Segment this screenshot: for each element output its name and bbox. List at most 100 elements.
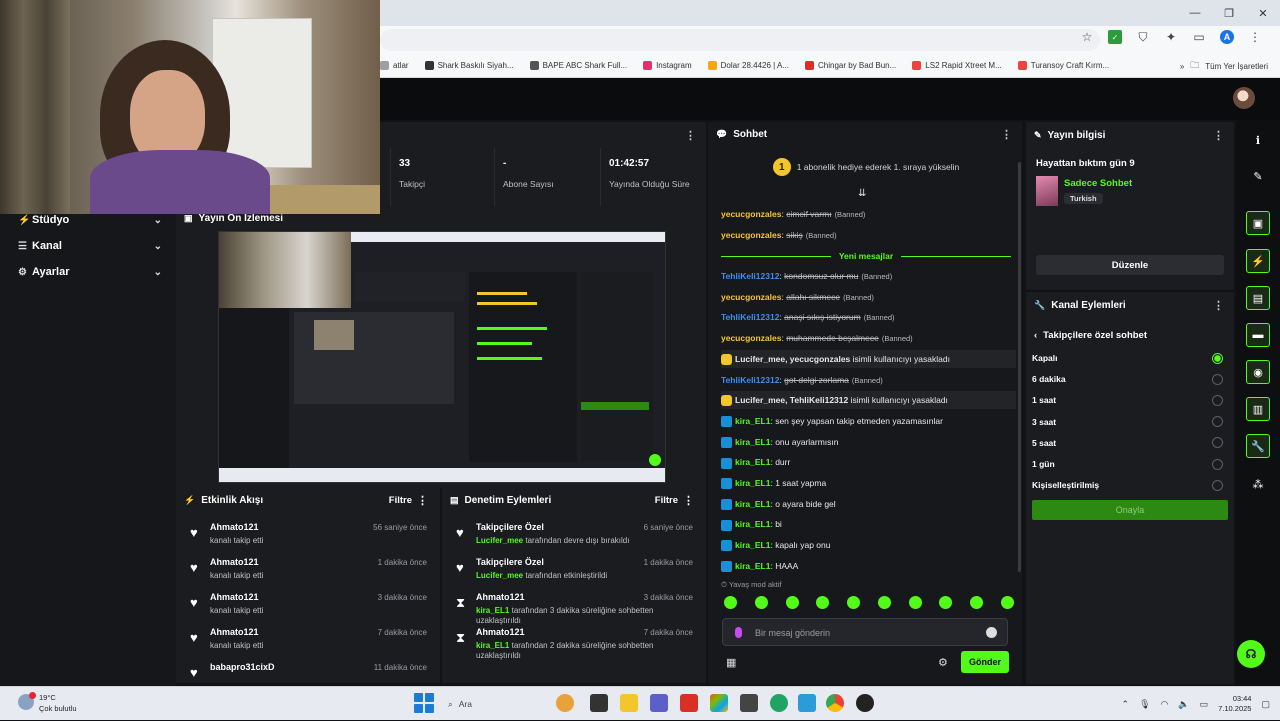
file-explorer-icon[interactable] (620, 694, 638, 712)
chat-username[interactable]: kira_EL1 (735, 478, 770, 488)
stats-toggle-icon[interactable]: ▥ (1246, 397, 1270, 421)
category-name[interactable]: Sadece Sohbet (1064, 178, 1132, 189)
chat-username[interactable]: yecucgonzales (721, 209, 781, 219)
extension-icon[interactable]: ✓ (1108, 30, 1122, 44)
chat-username[interactable]: kira_EL1 (735, 499, 770, 509)
weather-widget[interactable]: 19°C Çok bulutlu (18, 690, 98, 718)
bookmark-item[interactable]: Turansoy Craft Kırm... (1017, 61, 1109, 70)
activity-user[interactable]: Ahmato121 (210, 522, 259, 532)
followers-only-option[interactable]: Kişiselleştirilmiş (1032, 477, 1228, 493)
chat-username[interactable]: kira_EL1 (735, 561, 770, 571)
volume-icon[interactable]: 🔈 (1178, 699, 1189, 710)
help-chat-icon[interactable]: ☊ (1237, 640, 1265, 668)
notifications-icon[interactable]: ▢ (1261, 699, 1270, 710)
chat-username[interactable]: yecucgonzales (721, 230, 781, 240)
close-window-button[interactable]: ✕ (1246, 0, 1280, 26)
taskbar-app-icon[interactable] (740, 694, 758, 712)
followers-only-option[interactable]: 5 saat (1032, 435, 1228, 451)
gift-icon[interactable]: ▦ (726, 656, 736, 669)
moderation-actor[interactable]: Lucifer_mee (476, 571, 523, 580)
preview-toggle-icon[interactable]: ▣ (1246, 211, 1270, 235)
radio-button[interactable] (1212, 394, 1223, 406)
radio-button[interactable] (1212, 352, 1223, 364)
minimize-button[interactable]: — (1178, 0, 1212, 26)
battery-icon[interactable]: ▭ (1200, 699, 1209, 710)
address-bar[interactable] (380, 29, 1100, 51)
chat-username[interactable]: kira_EL1 (735, 540, 770, 550)
emote-icon[interactable] (970, 596, 984, 609)
radio-button[interactable] (1212, 416, 1223, 428)
taskbar-app-icon[interactable] (556, 694, 574, 712)
stream-preview-video[interactable] (218, 231, 666, 483)
bookmark-item[interactable]: LS2 Rapid Xtreet M... (912, 61, 1002, 70)
shield-extension-icon[interactable]: ⛉ (1136, 30, 1150, 44)
followers-only-option[interactable]: 1 gün (1032, 456, 1228, 472)
maximize-button[interactable]: ❐ (1212, 0, 1246, 26)
moderation-actor[interactable]: kira_EL1 (476, 606, 509, 615)
clock[interactable]: 03:44 7.10.2025 (1218, 694, 1251, 714)
extensions-puzzle-icon[interactable]: ✦ (1164, 30, 1178, 44)
taskbar-app-icon[interactable] (710, 694, 728, 712)
tray-overflow-icon[interactable]: ⌃ (1122, 699, 1130, 710)
chat-message-input[interactable] (755, 625, 975, 641)
bookmark-item[interactable]: atlar (380, 61, 409, 70)
followers-only-back-link[interactable]: ‹ Takipçilere özel sohbet (1034, 330, 1147, 341)
system-users[interactable]: Lucifer_mee, TehliKeli12312 (735, 395, 848, 405)
browser-menu-icon[interactable]: ⋮ (1248, 30, 1262, 44)
taskbar-app-icon[interactable] (856, 694, 874, 712)
bookmark-item[interactable]: Shark Baskılı Siyah... (424, 61, 514, 70)
system-users[interactable]: Lucifer_mee, yecucgonzales (735, 354, 850, 364)
bookmark-item[interactable]: BAPE ABC Shark Full... (529, 61, 627, 70)
chat-username[interactable]: kira_EL1 (735, 416, 770, 426)
info-icon[interactable]: ℹ (1246, 128, 1270, 152)
user-avatar[interactable] (1233, 87, 1255, 109)
radio-button[interactable] (1212, 458, 1223, 470)
followers-only-option[interactable]: 1 saat (1032, 392, 1228, 408)
emote-icon[interactable] (1000, 596, 1014, 609)
emote-icon[interactable] (847, 596, 861, 609)
chat-username[interactable]: TehliKeli12312 (721, 375, 779, 385)
stats-menu-icon[interactable]: ⋮ (685, 129, 696, 142)
moderation-actor[interactable]: Lucifer_mee (476, 536, 523, 545)
followers-only-option[interactable]: Kapalı (1032, 350, 1228, 366)
taskbar-app-icon[interactable] (590, 694, 608, 712)
chat-username[interactable]: yecucgonzales (721, 292, 781, 302)
chat-username[interactable]: kira_EL1 (735, 519, 770, 529)
bookmark-item[interactable]: Instagram (643, 61, 692, 70)
activity-user[interactable]: babapro31cixD (210, 662, 275, 672)
activity-toggle-icon[interactable]: ⚡ (1246, 249, 1270, 273)
radio-button[interactable] (1212, 479, 1223, 491)
layout-icon[interactable]: ⁂ (1246, 472, 1270, 496)
chat-username[interactable]: kira_EL1 (735, 437, 770, 447)
pinned-gift-banner[interactable]: 1 1 abonelik hediye ederek 1. sıraya yük… (716, 152, 1016, 182)
broadcast-toggle-icon[interactable]: ◉ (1246, 360, 1270, 384)
activity-menu-icon[interactable]: ⋮ (417, 494, 428, 507)
wifi-icon[interactable]: ◠ (1161, 699, 1169, 710)
taskbar-search[interactable]: ⌕ Ara (444, 693, 544, 715)
chrome-icon[interactable] (826, 694, 844, 712)
microphone-tray-icon[interactable]: 🎙 (1139, 699, 1150, 710)
followers-only-option[interactable]: 6 dakika (1032, 371, 1228, 387)
emote-icon[interactable] (877, 596, 891, 609)
microphone-icon[interactable] (735, 627, 742, 638)
moderation-filter-button[interactable]: Filtre (655, 495, 678, 506)
chat-username[interactable]: kira_EL1 (735, 457, 770, 467)
radio-button[interactable] (1212, 437, 1223, 449)
chat-username[interactable]: TehliKeli12312 (721, 271, 779, 281)
emote-icon[interactable] (754, 596, 768, 609)
taskbar-app-icon[interactable] (770, 694, 788, 712)
moderation-menu-icon[interactable]: ⋮ (683, 494, 694, 507)
chat-username[interactable]: yecucgonzales (721, 333, 781, 343)
emoji-icon[interactable] (986, 627, 997, 638)
chat-scrollbar[interactable] (1018, 162, 1021, 572)
bookmark-item[interactable]: Dolar 28.4426 | A... (707, 61, 789, 70)
edge-icon[interactable] (798, 694, 816, 712)
pencil-icon[interactable]: ✎ (1246, 164, 1270, 188)
bookmark-item[interactable]: Chingar by Bad Bun... (805, 61, 896, 70)
bookmarks-overflow-icon[interactable]: » (1180, 62, 1184, 71)
stream-info-menu-icon[interactable]: ⋮ (1213, 129, 1224, 142)
moderation-actor[interactable]: kira_EL1 (476, 641, 509, 650)
expand-icon[interactable]: ⇊ (858, 188, 866, 199)
activity-user[interactable]: Ahmato121 (210, 627, 259, 637)
other-bookmarks[interactable]: Tüm Yer İşaretleri (1205, 62, 1268, 71)
